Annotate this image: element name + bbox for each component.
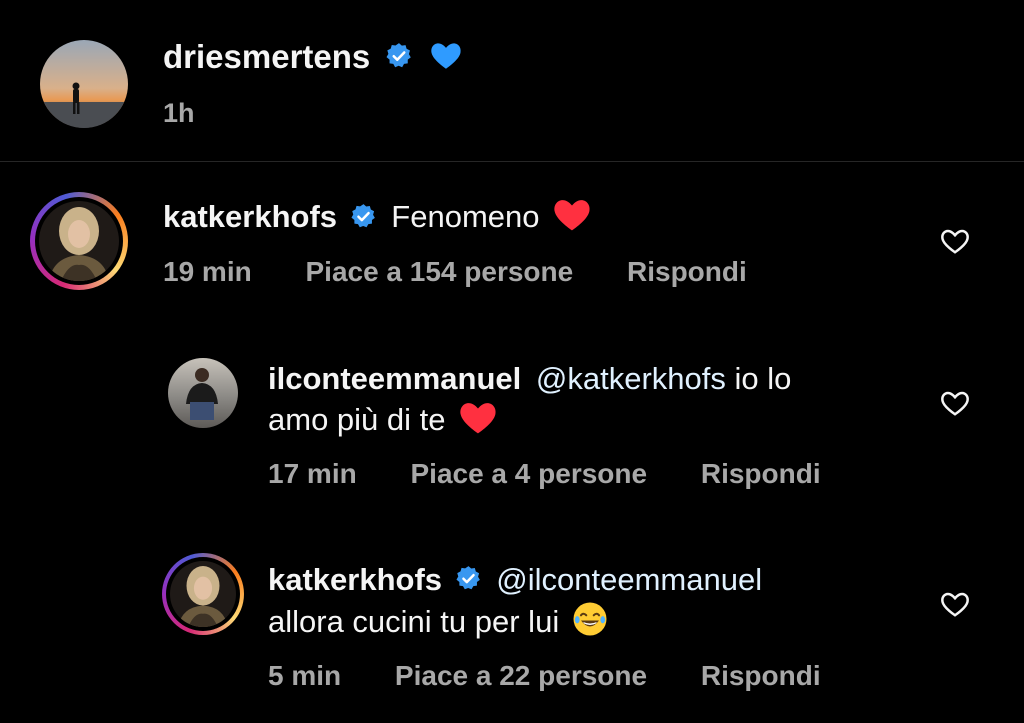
verified-badge-icon	[455, 561, 482, 602]
comment-likes-count[interactable]: Piace a 4 persone	[410, 458, 647, 489]
mention-link[interactable]: @ilconteemmanuel	[496, 562, 762, 597]
comment-timestamp: 19 min	[163, 256, 252, 287]
comment-likes-count[interactable]: Piace a 22 persone	[395, 660, 647, 691]
comment-text: io lo	[734, 361, 792, 396]
comment-username[interactable]: katkerkhofs	[163, 199, 337, 234]
reply-button[interactable]: Rispondi	[701, 660, 821, 691]
comment-text-continued: amo più di te	[268, 402, 446, 438]
comment-timestamp: 17 min	[268, 458, 357, 489]
laughing-emoji-icon	[572, 601, 608, 647]
comment-timestamp: 5 min	[268, 660, 342, 691]
comment-username[interactable]: ilconteemmanuel	[268, 361, 521, 396]
comment-text: Fenomeno	[391, 199, 540, 235]
red-heart-emoji-icon	[552, 196, 592, 242]
like-heart-outline-icon[interactable]	[940, 590, 970, 623]
blue-heart-emoji-icon	[429, 40, 463, 78]
red-heart-emoji-icon	[458, 399, 498, 445]
verified-badge-icon	[385, 40, 413, 78]
comment-text: allora cucini tu per lui	[268, 604, 560, 640]
driesmertens-avatar[interactable]	[40, 40, 128, 128]
header-divider	[0, 161, 1024, 162]
like-heart-outline-icon[interactable]	[940, 227, 970, 260]
reply-button[interactable]: Rispondi	[627, 256, 747, 287]
like-heart-outline-icon[interactable]	[940, 389, 970, 422]
comment-username[interactable]: katkerkhofs	[268, 562, 442, 597]
post-author-username[interactable]: driesmertens	[163, 38, 370, 75]
katkerkhofs-avatar[interactable]	[170, 561, 236, 627]
comment-likes-count[interactable]: Piace a 154 persone	[305, 256, 573, 287]
mention-link[interactable]: @katkerkhofs	[536, 361, 726, 396]
reply-button[interactable]: Rispondi	[701, 458, 821, 489]
ilconteemmanuel-avatar[interactable]	[168, 358, 238, 428]
katkerkhofs-avatar[interactable]	[39, 201, 119, 281]
post-timestamp: 1h	[163, 98, 195, 128]
verified-badge-icon	[350, 199, 377, 240]
